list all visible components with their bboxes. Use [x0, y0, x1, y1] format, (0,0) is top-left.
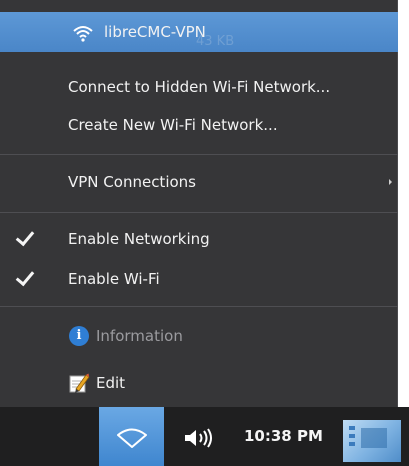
clock[interactable]: 10:38 PM [244, 407, 323, 466]
edit-icon [69, 373, 90, 393]
menu-item-enable-wifi[interactable]: Enable Wi-Fi [0, 259, 398, 299]
show-desktop-icon[interactable] [343, 420, 401, 462]
menu-item-label: Create New Wi-Fi Network... [68, 116, 278, 134]
menu-separator [0, 154, 398, 155]
menu-item-information: i Information [0, 316, 398, 356]
background-text: 43 KB [196, 34, 235, 49]
checkmark-icon [15, 266, 35, 287]
info-icon: i [69, 326, 89, 346]
submenu-arrow-icon [389, 179, 392, 185]
taskbar: 10:38 PM [0, 407, 409, 466]
menu-item-edit[interactable]: Edit [0, 363, 398, 403]
menu-separator [0, 212, 398, 213]
wifi-signal-icon [73, 26, 93, 42]
checkmark-icon [15, 226, 35, 247]
network-menu: libreCMC-VPN 43 KB Connect to Hidden Wi-… [0, 0, 398, 407]
menu-item-create-network[interactable]: Create New Wi-Fi Network... [0, 105, 398, 145]
menu-item-vpn-connections[interactable]: VPN Connections [0, 162, 398, 202]
network-tray-button[interactable] [99, 407, 164, 466]
volume-icon[interactable] [183, 427, 213, 449]
menu-item-enable-networking[interactable]: Enable Networking [0, 219, 398, 259]
menu-item-label: Enable Networking [68, 230, 210, 248]
network-name: libreCMC-VPN [104, 23, 206, 41]
menu-item-label: Information [96, 327, 183, 345]
menu-item-label: VPN Connections [68, 173, 196, 191]
menu-item-label: Connect to Hidden Wi-Fi Network... [68, 78, 331, 96]
menu-item-label: Enable Wi-Fi [68, 270, 160, 288]
menu-item-label: Edit [96, 374, 126, 392]
wifi-icon [117, 428, 147, 448]
menu-item-hidden-network[interactable]: Connect to Hidden Wi-Fi Network... [0, 67, 398, 107]
menu-separator [0, 306, 398, 307]
